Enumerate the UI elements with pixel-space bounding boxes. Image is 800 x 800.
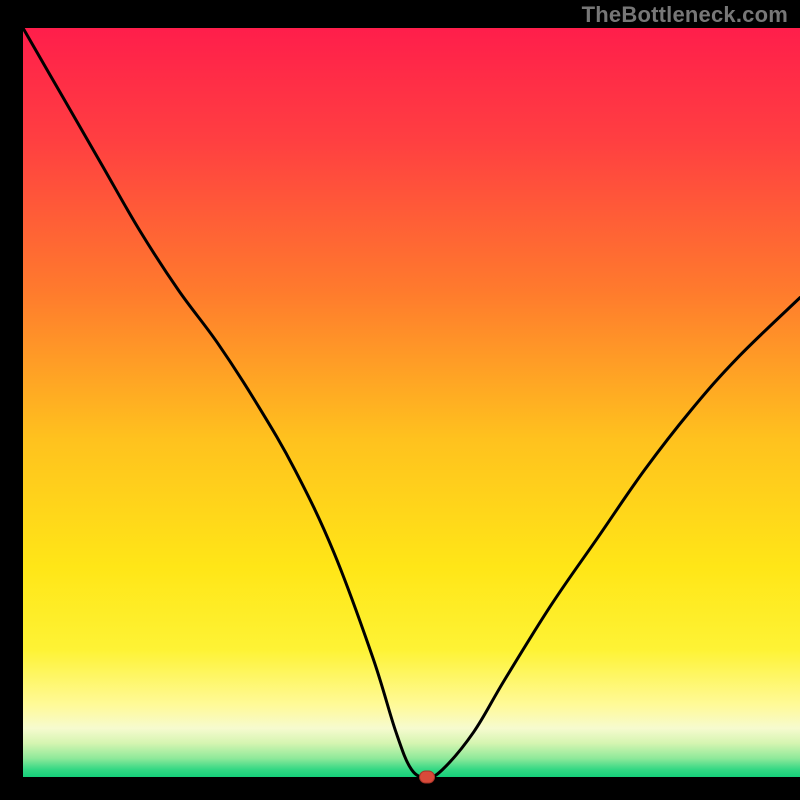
- bottleneck-chart: [0, 0, 800, 800]
- chart-frame: TheBottleneck.com: [0, 0, 800, 800]
- watermark-text: TheBottleneck.com: [582, 2, 788, 28]
- plot-background: [23, 28, 800, 777]
- optimum-marker: [420, 771, 435, 783]
